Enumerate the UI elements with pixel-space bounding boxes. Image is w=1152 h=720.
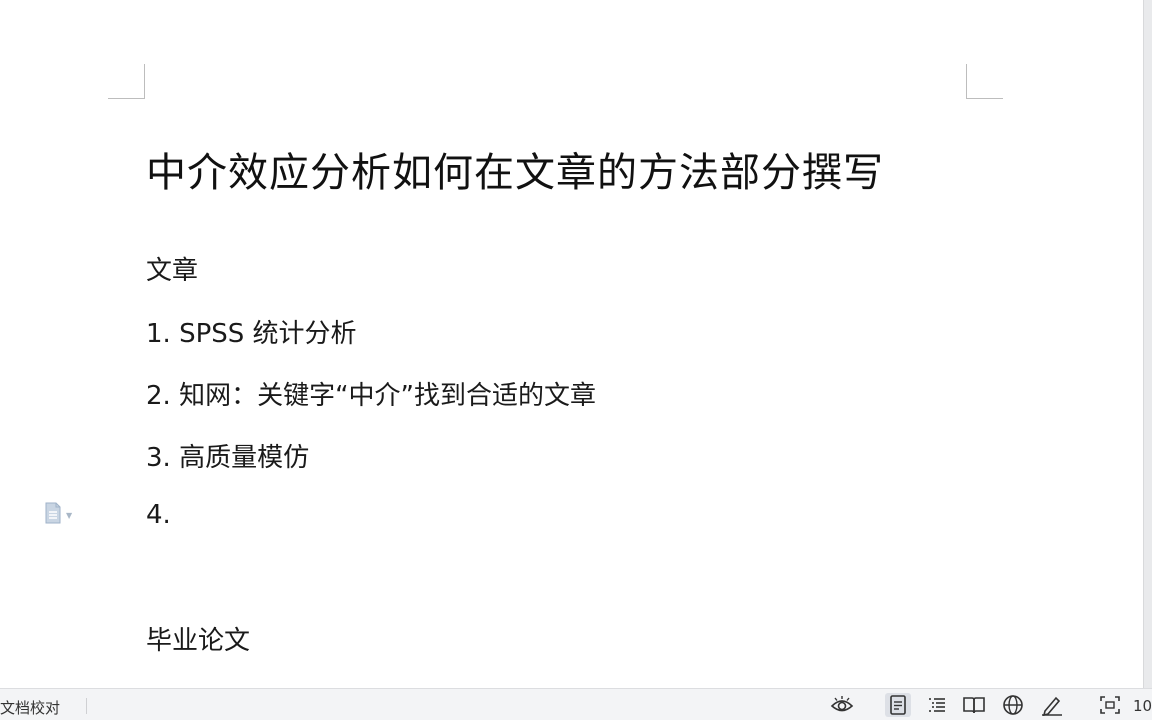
fullscreen-icon[interactable]: [1097, 693, 1123, 717]
page-edge: [1143, 0, 1152, 688]
paragraph-article[interactable]: 文章: [146, 250, 198, 287]
list-item-1[interactable]: 1. SPSS 统计分析: [146, 313, 357, 350]
reading-view-icon[interactable]: [961, 693, 987, 717]
proofread-button[interactable]: 文档校对: [0, 697, 60, 718]
page-view-icon[interactable]: [885, 693, 911, 717]
list-item-2[interactable]: 2. 知网：关键字“中介”找到合适的文章: [146, 375, 596, 412]
eye-protection-icon[interactable]: [829, 693, 855, 717]
paragraph-thesis[interactable]: 毕业论文: [146, 620, 250, 657]
top-right-margin-mark: [966, 64, 1003, 99]
paragraph-menu-button[interactable]: ▼: [44, 502, 84, 528]
chevron-down-icon: ▼: [66, 510, 73, 520]
document-page[interactable]: 中介效应分析如何在文章的方法部分撰写 文章 1. SPSS 统计分析 2. 知网…: [0, 0, 1144, 688]
list-item-4[interactable]: 4.: [146, 500, 171, 530]
document-window: 中介效应分析如何在文章的方法部分撰写 文章 1. SPSS 统计分析 2. 知网…: [0, 0, 1152, 720]
document-title[interactable]: 中介效应分析如何在文章的方法部分撰写: [146, 140, 884, 198]
web-view-icon[interactable]: [1000, 693, 1026, 717]
top-left-margin-mark: [108, 64, 145, 99]
zoom-level[interactable]: 10: [1133, 697, 1152, 715]
document-icon: [44, 502, 62, 528]
write-view-icon[interactable]: [1039, 693, 1065, 717]
status-bar: 文档校对 10: [0, 688, 1152, 720]
outline-view-icon[interactable]: [924, 693, 950, 717]
status-divider: [86, 698, 87, 714]
list-item-3[interactable]: 3. 高质量模仿: [146, 437, 309, 474]
